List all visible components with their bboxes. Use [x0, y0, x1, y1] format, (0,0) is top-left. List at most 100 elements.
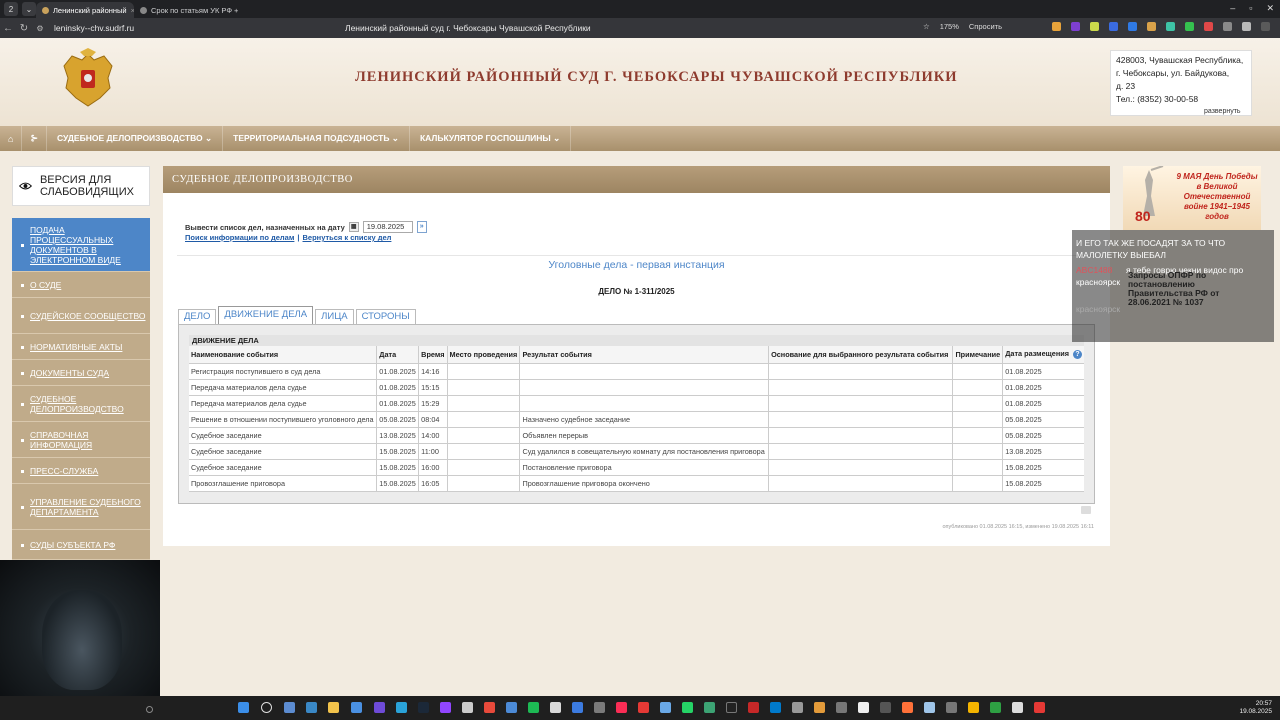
- taskbar-app-icon[interactable]: [306, 702, 317, 713]
- zoom-level[interactable]: 175%: [940, 22, 959, 31]
- back-icon[interactable]: ←: [0, 23, 16, 34]
- menu-court-proceedings[interactable]: СУДЕБНОЕ ДЕЛОПРОИЗВОДСТВО ⌄: [47, 126, 224, 151]
- reload-icon[interactable]: ↻: [16, 23, 32, 34]
- sidebar-item-press[interactable]: ПРЕСС-СЛУЖБА: [12, 458, 150, 484]
- sidebar-item-reference[interactable]: СПРАВОЧНАЯ ИНФОРМАЦИЯ: [12, 422, 150, 458]
- extension-icon[interactable]: [1166, 22, 1175, 31]
- terminal-icon[interactable]: [726, 702, 737, 713]
- extension-icon[interactable]: [1109, 22, 1118, 31]
- accessibility-version-button[interactable]: ВЕРСИЯ ДЛЯ СЛАБОВИДЯЩИХ: [12, 166, 150, 206]
- calendar-icon[interactable]: ▦: [348, 222, 359, 232]
- minimize-icon[interactable]: –: [1230, 3, 1235, 14]
- help-icon[interactable]: ?: [1073, 350, 1082, 360]
- taskbar-app-icon[interactable]: [704, 702, 715, 713]
- tab-case-movement[interactable]: ДВИЖЕНИЕ ДЕЛА: [218, 306, 314, 324]
- tab-menu-icon[interactable]: 2: [4, 2, 18, 16]
- table-cell: 14:00: [418, 427, 448, 444]
- taskbar-app-icon[interactable]: [462, 702, 473, 713]
- taskbar-app-icon[interactable]: [594, 702, 605, 713]
- sidebar-item-about[interactable]: О СУДЕ: [12, 272, 150, 298]
- taskbar-app-icon[interactable]: [374, 702, 385, 713]
- extension-icon[interactable]: [1128, 22, 1137, 31]
- sidebar-item-e-filing[interactable]: ПОДАЧА ПРОЦЕССУАЛЬНЫХ ДОКУМЕНТОВ В ЭЛЕКТ…: [12, 218, 150, 272]
- steam-icon[interactable]: [418, 702, 429, 713]
- site-info-icon[interactable]: ⚙: [32, 24, 48, 33]
- url-field[interactable]: leninsky--chv.sudrf.ru: [54, 23, 294, 33]
- download-icon[interactable]: [1261, 22, 1270, 31]
- spotify-icon[interactable]: [528, 702, 539, 713]
- bookmark-icon[interactable]: ☆: [923, 22, 930, 31]
- taskbar-app-icon[interactable]: [284, 702, 295, 713]
- search-cases-link[interactable]: Поиск информации по делам: [185, 233, 294, 242]
- browser-tab-active[interactable]: Ленинский районный ×: [36, 2, 134, 18]
- print-icon[interactable]: [1081, 506, 1091, 514]
- folder-icon[interactable]: [328, 702, 339, 713]
- firefox-icon[interactable]: [902, 702, 913, 713]
- taskbar-app-icon[interactable]: [990, 702, 1001, 713]
- new-tab-button[interactable]: +: [234, 2, 250, 18]
- taskbar-app-icon[interactable]: [351, 702, 362, 713]
- tab-case[interactable]: ДЕЛО: [178, 309, 217, 324]
- table-cell: Передача материалов дела судье: [189, 395, 378, 412]
- go-arrow-icon[interactable]: »: [416, 221, 427, 233]
- home-icon[interactable]: ⌂: [0, 126, 23, 151]
- tab-persons[interactable]: ЛИЦА: [315, 309, 354, 324]
- menu-jurisdiction[interactable]: ТЕРРИТОРИАЛЬНАЯ ПОДСУДНОСТЬ ⌄: [223, 126, 410, 151]
- case-movement-panel: ДВИЖЕНИЕ ДЕЛА Наименование события Дата …: [178, 324, 1095, 504]
- extension-icon[interactable]: [1071, 22, 1080, 31]
- whatsapp-icon[interactable]: [682, 702, 693, 713]
- victory-day-banner[interactable]: 9 МАЯ День Победы в Великой Отечественно…: [1123, 166, 1261, 230]
- telegram-icon[interactable]: [396, 702, 407, 713]
- taskbar-app-icon[interactable]: [1012, 702, 1023, 713]
- yandex-browser-icon[interactable]: [484, 702, 495, 713]
- system-clock[interactable]: 20:57 19.08.2025: [1239, 700, 1272, 716]
- search-icon[interactable]: [261, 702, 272, 713]
- ask-button[interactable]: Спросить: [969, 22, 1002, 31]
- taskbar-app-icon[interactable]: [858, 702, 869, 713]
- taskbar-app-icon[interactable]: [638, 702, 649, 713]
- taskbar-app-icon[interactable]: [946, 702, 957, 713]
- chrome-icon[interactable]: [968, 702, 979, 713]
- puzzle-icon[interactable]: [1242, 22, 1251, 31]
- sidebar-item-proceedings[interactable]: СУДЕБНОЕ ДЕЛОПРОИЗВОДСТВО: [12, 386, 150, 422]
- extension-icon[interactable]: [1052, 22, 1061, 31]
- maximize-icon[interactable]: ▫: [1249, 3, 1252, 14]
- extension-icon[interactable]: [1223, 22, 1232, 31]
- taskbar-app-icon[interactable]: [1034, 702, 1045, 713]
- taskbar-app-icon[interactable]: [572, 702, 583, 713]
- taskbar-app-icon[interactable]: [748, 702, 759, 713]
- sidebar-item-regional-courts[interactable]: СУДЫ СУБЪЕКТА РФ: [12, 530, 150, 560]
- taskbar-app-icon[interactable]: [880, 702, 891, 713]
- back-to-list-link[interactable]: Вернуться к списку дел: [303, 233, 392, 242]
- extension-icon[interactable]: [1090, 22, 1099, 31]
- extension-icon[interactable]: [1185, 22, 1194, 31]
- sidebar-item-normative-acts[interactable]: НОРМАТИВНЫЕ АКТЫ: [12, 334, 150, 360]
- date-input[interactable]: 19.08.2025: [362, 221, 413, 233]
- music-icon[interactable]: [616, 702, 627, 713]
- settings-icon[interactable]: [146, 706, 153, 713]
- menu-fee-calculator[interactable]: КАЛЬКУЛЯТОР ГОСПОШЛИНЫ ⌄: [410, 126, 572, 151]
- windows-start-icon[interactable]: [238, 702, 249, 713]
- expand-link[interactable]: развернуть: [1204, 108, 1241, 115]
- sidebar-item-documents[interactable]: ДОКУМЕНТЫ СУДА: [12, 360, 150, 386]
- tab-parties[interactable]: СТОРОНЫ: [355, 309, 416, 324]
- close-window-icon[interactable]: ✕: [1266, 3, 1274, 14]
- extension-icon[interactable]: [1147, 22, 1156, 31]
- taskbar-app-icon[interactable]: [836, 702, 847, 713]
- extension-icon[interactable]: [1204, 22, 1213, 31]
- taskbar-app-icon[interactable]: [792, 702, 803, 713]
- taskbar-app-icon[interactable]: [770, 702, 781, 713]
- taskbar-app-icon[interactable]: [924, 702, 935, 713]
- taskbar-app-icon[interactable]: [506, 702, 517, 713]
- col-basis: Основание для выбранного результата собы…: [768, 346, 954, 364]
- taskbar-app-icon[interactable]: [550, 702, 561, 713]
- sidebar-item-judges[interactable]: СУДЕЙСКОЕ СООБЩЕСТВО: [12, 298, 150, 334]
- twitch-icon[interactable]: [440, 702, 451, 713]
- tab-search-icon[interactable]: ⌄: [22, 2, 36, 16]
- sitemap-icon[interactable]: ⊱: [22, 126, 47, 151]
- main-menu: ⌂ ⊱ СУДЕБНОЕ ДЕЛОПРОИЗВОДСТВО ⌄ ТЕРРИТОР…: [0, 126, 1280, 151]
- browser-tab[interactable]: Срок по статьям УК РФ ×: [134, 2, 234, 18]
- taskbar-app-icon[interactable]: [660, 702, 671, 713]
- taskbar-app-icon[interactable]: [814, 702, 825, 713]
- sidebar-item-department[interactable]: УПРАВЛЕНИЕ СУДЕБНОГО ДЕПАРТАМЕНТА: [12, 484, 150, 530]
